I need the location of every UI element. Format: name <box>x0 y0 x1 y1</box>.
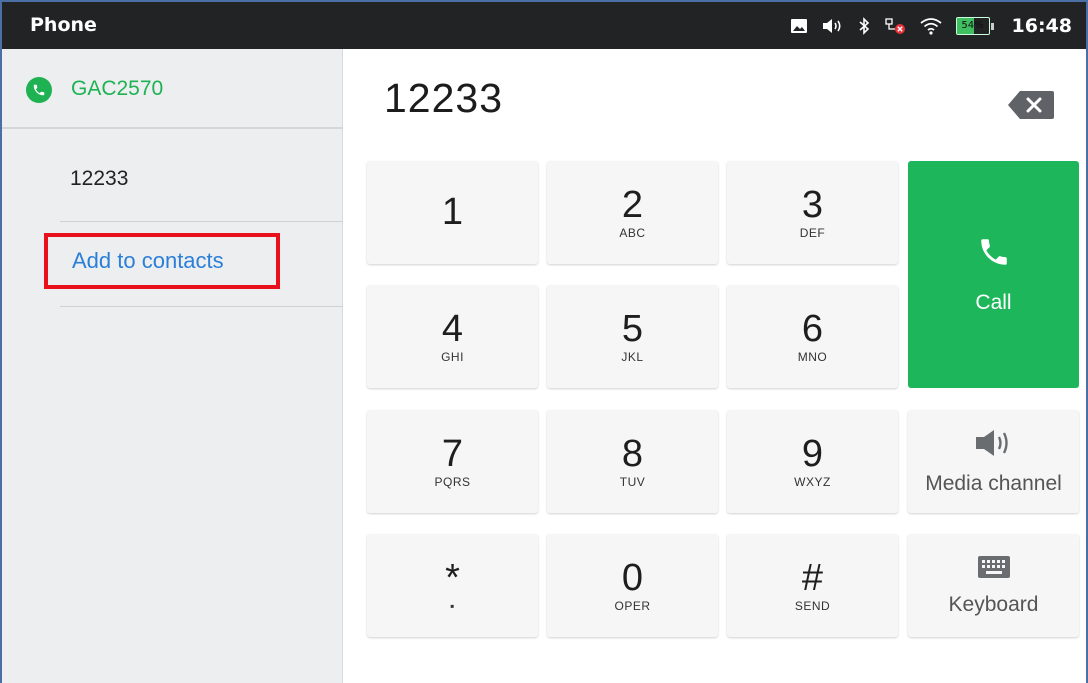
key-0[interactable]: 0 OPER <box>547 534 718 637</box>
key-star[interactable]: * ▪ <box>367 534 538 637</box>
key-digit: * <box>445 556 460 599</box>
dialed-number-display: 12233 <box>384 75 504 121</box>
keyboard-icon <box>977 555 1011 583</box>
key-digit: 4 <box>441 307 464 350</box>
key-2[interactable]: 2 ABC <box>547 161 718 264</box>
key-digit: 2 <box>621 183 644 226</box>
status-icons: 54% 16:48 <box>790 2 1072 49</box>
key-digit: 1 <box>441 190 464 233</box>
media-channel-label: Media channel <box>925 471 1062 495</box>
key-5[interactable]: 5 JKL <box>547 285 718 388</box>
left-panel: GAC2570 12233 Add to contacts <box>2 49 343 683</box>
dialer-panel: 12233 1 2 ABC 3 DEF 4 GHI 5 JKL 6 MNO 7 … <box>344 49 1086 683</box>
key-digit: # <box>801 556 824 599</box>
key-1[interactable]: 1 <box>367 161 538 264</box>
clock: 16:48 <box>1011 14 1072 37</box>
key-hash[interactable]: # SEND <box>727 534 898 637</box>
key-letters: WXYZ <box>794 474 831 489</box>
phone-screen: Phone 54% 16:48 GAC2570 12233 Add to con… <box>0 0 1088 683</box>
dialed-number-entry[interactable]: 12233 <box>70 167 128 191</box>
account-name: GAC2570 <box>71 77 164 100</box>
volume-icon <box>822 18 844 34</box>
image-icon <box>790 18 808 34</box>
speaker-icon <box>974 428 1014 462</box>
key-letters: MNO <box>797 349 828 364</box>
divider <box>60 221 343 222</box>
call-button[interactable]: Call <box>908 161 1079 388</box>
key-8[interactable]: 8 TUV <box>547 410 718 513</box>
key-letters: OPER <box>614 598 651 613</box>
key-6[interactable]: 6 MNO <box>727 285 898 388</box>
key-letters: DEF <box>799 225 826 240</box>
keyboard-label: Keyboard <box>948 592 1039 616</box>
backspace-icon[interactable] <box>1006 89 1056 121</box>
key-letters: ▪ <box>450 598 455 613</box>
wifi-icon <box>919 17 942 35</box>
key-7[interactable]: 7 PQRS <box>367 410 538 513</box>
key-digit: 5 <box>621 307 644 350</box>
app-title: Phone <box>30 14 97 36</box>
key-letters: JKL <box>621 349 644 364</box>
key-letters: PQRS <box>434 474 471 489</box>
status-bar: Phone 54% 16:48 <box>2 2 1086 49</box>
key-digit: 6 <box>801 307 824 350</box>
key-letters: SEND <box>794 598 831 613</box>
key-3[interactable]: 3 DEF <box>727 161 898 264</box>
media-channel-button[interactable]: Media channel <box>908 410 1079 513</box>
key-digit: 3 <box>801 183 824 226</box>
key-4[interactable]: 4 GHI <box>367 285 538 388</box>
battery-percent: 54% <box>961 20 984 31</box>
battery-icon: 54% <box>955 16 994 35</box>
call-label: Call <box>975 290 1012 314</box>
add-to-contacts-button[interactable]: Add to contacts <box>44 233 280 289</box>
account-selector[interactable]: GAC2570 <box>2 49 343 129</box>
key-9[interactable]: 9 WXYZ <box>727 410 898 513</box>
network-error-icon <box>884 17 906 35</box>
key-digit: 0 <box>621 556 644 599</box>
key-letters: ABC <box>619 225 646 240</box>
key-digit: 8 <box>621 432 644 475</box>
key-digit: 7 <box>441 432 464 475</box>
keyboard-button[interactable]: Keyboard <box>908 534 1079 637</box>
add-to-contacts-label: Add to contacts <box>72 248 224 273</box>
phone-icon <box>977 235 1011 273</box>
bluetooth-icon <box>858 16 870 35</box>
key-digit: 9 <box>801 432 824 475</box>
key-letters: TUV <box>619 474 646 489</box>
divider <box>60 306 343 307</box>
phone-icon <box>26 77 52 103</box>
key-letters: GHI <box>441 349 464 364</box>
